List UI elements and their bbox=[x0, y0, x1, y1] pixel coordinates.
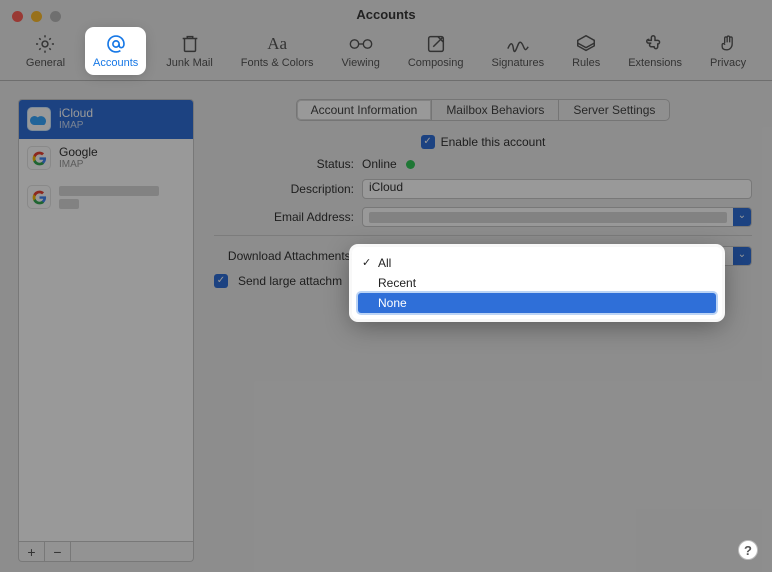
glasses-icon bbox=[348, 33, 374, 55]
trash-icon bbox=[177, 33, 203, 55]
gear-icon bbox=[32, 33, 58, 55]
google-icon bbox=[27, 146, 51, 170]
tab-viewing-label: Viewing bbox=[342, 57, 380, 69]
download-attachments-menu[interactable]: All Recent None bbox=[352, 247, 722, 319]
account-name: iCloud bbox=[59, 107, 93, 120]
tab-signatures[interactable]: Signatures bbox=[487, 31, 548, 71]
account-protocol: IMAP bbox=[59, 120, 93, 131]
send-large-attachments-label: Send large attachm bbox=[238, 274, 342, 288]
tab-extensions[interactable]: Extensions bbox=[624, 31, 686, 71]
redacted-text bbox=[369, 212, 727, 223]
tab-rules[interactable]: Rules bbox=[568, 31, 604, 71]
status-label: Status: bbox=[214, 157, 354, 171]
description-field[interactable]: iCloud bbox=[362, 179, 752, 199]
redacted-text bbox=[59, 199, 79, 209]
sidebar-footer-spacer bbox=[71, 542, 193, 561]
window-controls[interactable] bbox=[12, 11, 61, 22]
status-value: Online bbox=[362, 157, 397, 171]
tab-signatures-label: Signatures bbox=[491, 57, 544, 69]
account-list[interactable]: iCloud IMAP Google IMAP bbox=[18, 99, 194, 542]
menu-item-all[interactable]: All bbox=[358, 253, 716, 273]
tab-general[interactable]: General bbox=[22, 31, 69, 71]
account-subtabs: Account Information Mailbox Behaviors Se… bbox=[208, 99, 758, 121]
window-title: Accounts bbox=[0, 0, 772, 29]
at-sign-icon bbox=[103, 33, 129, 55]
download-attachments-label: Download Attachments: bbox=[214, 249, 354, 263]
rules-icon bbox=[573, 33, 599, 55]
redacted-text bbox=[59, 186, 159, 196]
compose-icon bbox=[423, 33, 449, 55]
cloud-icon bbox=[27, 107, 51, 131]
menu-item-recent[interactable]: Recent bbox=[358, 273, 716, 293]
send-large-attachments-checkbox[interactable] bbox=[214, 274, 228, 288]
help-button[interactable]: ? bbox=[738, 540, 758, 560]
email-address-label: Email Address: bbox=[214, 210, 354, 224]
tab-fonts-colors[interactable]: Aa Fonts & Colors bbox=[237, 31, 318, 71]
tab-junk-label: Junk Mail bbox=[166, 57, 212, 69]
chevron-up-down-icon bbox=[733, 208, 751, 226]
tab-rules-label: Rules bbox=[572, 57, 600, 69]
chevron-up-down-icon bbox=[733, 247, 751, 265]
add-account-button[interactable]: + bbox=[19, 542, 45, 561]
tab-privacy[interactable]: Privacy bbox=[706, 31, 750, 71]
tab-junk-mail[interactable]: Junk Mail bbox=[162, 31, 216, 71]
online-indicator-icon bbox=[406, 160, 415, 169]
signature-icon bbox=[505, 33, 531, 55]
tab-viewing[interactable]: Viewing bbox=[338, 31, 384, 71]
tab-composing[interactable]: Composing bbox=[404, 31, 468, 71]
preferences-toolbar: General Accounts Junk Mail Aa Fonts & Co… bbox=[0, 29, 772, 81]
divider bbox=[214, 235, 752, 236]
tab-accounts[interactable]: Accounts bbox=[89, 31, 142, 71]
account-name: Google bbox=[59, 146, 98, 159]
remove-account-button[interactable]: − bbox=[45, 542, 71, 561]
description-label: Description: bbox=[214, 182, 354, 196]
subtab-server-settings[interactable]: Server Settings bbox=[559, 99, 670, 121]
enable-account-label: Enable this account bbox=[441, 135, 546, 149]
tab-privacy-label: Privacy bbox=[710, 57, 746, 69]
fonts-icon: Aa bbox=[264, 33, 290, 55]
subtab-mailbox-behaviors[interactable]: Mailbox Behaviors bbox=[432, 99, 559, 121]
enable-account-checkbox[interactable] bbox=[421, 135, 435, 149]
close-window-icon[interactable] bbox=[12, 11, 23, 22]
google-icon bbox=[27, 185, 51, 209]
menu-item-none[interactable]: None bbox=[358, 293, 716, 313]
tab-accounts-label: Accounts bbox=[93, 57, 138, 69]
minimize-window-icon[interactable] bbox=[31, 11, 42, 22]
account-item-redacted[interactable] bbox=[19, 178, 193, 217]
subtab-account-information[interactable]: Account Information bbox=[296, 99, 433, 121]
account-item-google[interactable]: Google IMAP bbox=[19, 139, 193, 178]
account-protocol: IMAP bbox=[59, 159, 98, 170]
zoom-window-icon[interactable] bbox=[50, 11, 61, 22]
hand-icon bbox=[715, 33, 741, 55]
tab-general-label: General bbox=[26, 57, 65, 69]
tab-composing-label: Composing bbox=[408, 57, 464, 69]
account-item-icloud[interactable]: iCloud IMAP bbox=[19, 100, 193, 139]
email-address-dropdown[interactable] bbox=[362, 207, 752, 227]
tab-extensions-label: Extensions bbox=[628, 57, 682, 69]
tab-fonts-label: Fonts & Colors bbox=[241, 57, 314, 69]
puzzle-icon bbox=[642, 33, 668, 55]
